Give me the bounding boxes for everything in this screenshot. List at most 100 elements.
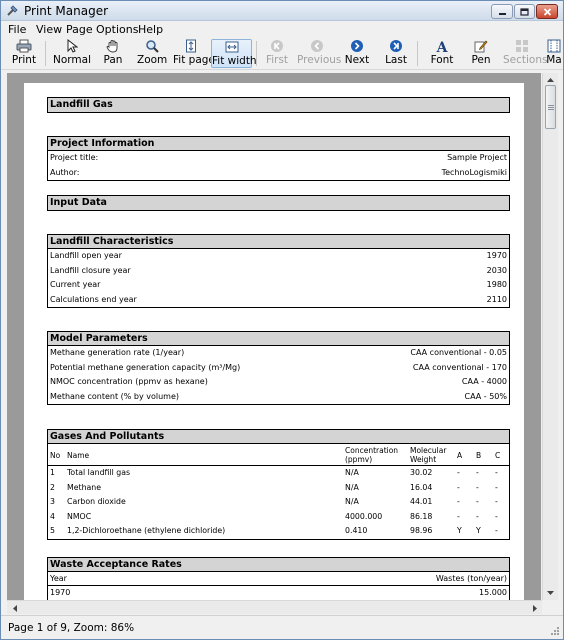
- sections-button[interactable]: Sections: [503, 39, 547, 68]
- minimize-button[interactable]: [491, 4, 513, 19]
- print-label: Print: [11, 54, 37, 66]
- row-label: Calculations end year: [50, 294, 137, 304]
- window-title: Print Manager: [24, 4, 109, 18]
- col-no: No: [50, 451, 61, 460]
- toolbar: Print Normal Pan Zoom Fit page Fit width…: [1, 38, 563, 70]
- next-page-icon: [351, 40, 363, 52]
- arrow-left-icon: [12, 604, 17, 612]
- print-button[interactable]: Print: [7, 39, 41, 68]
- margins-label: Ma: [546, 54, 562, 66]
- print-manager-window: Print Manager File View Page Options Hel…: [0, 0, 564, 640]
- next-label: Next: [344, 54, 370, 66]
- section-heading: Project Information: [48, 137, 509, 151]
- cell-name: Total landfill gas: [67, 468, 131, 477]
- last-page-button[interactable]: Last: [384, 39, 408, 68]
- row-label: Methane generation rate (1/year): [50, 348, 185, 357]
- cell-name: NMOC: [67, 511, 92, 521]
- previous-page-button[interactable]: Previous: [297, 39, 341, 68]
- table-header: No Name Concentration (ppmv) Molecular W…: [48, 444, 509, 466]
- scroll-down-button[interactable]: [543, 586, 558, 600]
- maximize-button[interactable]: [514, 4, 535, 19]
- next-page-button[interactable]: Next: [344, 39, 370, 68]
- report-title-section: Landfill Gas: [47, 97, 510, 113]
- fit-page-button[interactable]: Fit page: [173, 39, 215, 68]
- section-heading: Model Parameters: [48, 332, 509, 346]
- fit-width-label: Fit width: [212, 55, 257, 67]
- menu-page[interactable]: Page: [66, 23, 93, 36]
- svg-text:A: A: [436, 40, 449, 53]
- landfill-characteristics-section: Landfill Characteristics Landfill open y…: [47, 234, 510, 309]
- fit-width-button[interactable]: Fit width: [211, 39, 257, 68]
- vertical-scrollbar[interactable]: [542, 73, 558, 600]
- row-value: 1980: [486, 280, 507, 290]
- vertical-scroll-thumb[interactable]: [545, 85, 556, 129]
- section-heading: Waste Acceptance Rates: [48, 558, 509, 572]
- cell-b: Y: [476, 526, 481, 536]
- preview-area[interactable]: Landfill Gas Project Information Project…: [7, 73, 541, 600]
- cell-no: 3: [50, 497, 55, 507]
- pen-button[interactable]: Pen: [470, 39, 492, 68]
- normal-button[interactable]: Normal: [52, 39, 92, 68]
- table-row: Landfill open year 1970: [48, 249, 509, 264]
- report-page: Landfill Gas Project Information Project…: [24, 83, 524, 600]
- gases-pollutants-section: Gases And Pollutants No Name Concentrati…: [47, 429, 510, 540]
- title-bar[interactable]: Print Manager: [1, 1, 563, 21]
- cell-a: -: [457, 511, 460, 521]
- hand-icon: [106, 40, 118, 53]
- magnifier-icon: [146, 40, 159, 53]
- menu-view[interactable]: View: [36, 23, 62, 36]
- project-info-section: Project Information Project title: Sample…: [47, 136, 510, 182]
- table-row: 5 1,2-Dichloroethane (ethylene dichloride…: [48, 524, 509, 539]
- status-text: Page 1 of 9, Zoom: 86%: [8, 622, 135, 634]
- sections-icon: [516, 40, 528, 52]
- section-heading: Gases And Pollutants: [48, 430, 509, 444]
- zoom-label: Zoom: [137, 54, 168, 66]
- cell-c: -: [495, 511, 498, 521]
- cell-concentration: N/A: [345, 497, 359, 507]
- row-label: Author:: [50, 167, 80, 177]
- col-b: B: [476, 451, 482, 460]
- row-label: Project title:: [50, 153, 99, 162]
- zoom-button[interactable]: Zoom: [137, 39, 167, 68]
- cell-a: -: [457, 482, 460, 492]
- close-icon: [543, 7, 551, 16]
- cell-c: -: [495, 468, 498, 477]
- font-button[interactable]: A Font: [429, 39, 455, 68]
- margins-button[interactable]: Ma: [545, 39, 563, 68]
- table-row: Methane generation rate (1/year) CAA conv…: [48, 346, 509, 361]
- first-page-button[interactable]: First: [263, 39, 291, 68]
- printer-icon: [16, 39, 32, 53]
- row-value: 2110: [486, 294, 507, 304]
- menu-file[interactable]: File: [8, 23, 26, 36]
- cell-c: -: [495, 482, 498, 492]
- cell-no: 1: [50, 468, 55, 477]
- menu-options[interactable]: Options: [96, 23, 138, 36]
- close-button[interactable]: [536, 4, 558, 19]
- cell-b: -: [476, 497, 479, 507]
- scroll-left-button[interactable]: [7, 601, 22, 615]
- scroll-right-button[interactable]: [527, 601, 542, 615]
- horizontal-scrollbar[interactable]: [7, 600, 542, 614]
- table-row: 2 Methane N/A 16.04 - - -: [48, 481, 509, 496]
- table-row: Potential methane generation capacity (m…: [48, 361, 509, 376]
- table-row: Landfill closure year 2030: [48, 264, 509, 279]
- cell-a: -: [457, 497, 460, 507]
- font-label: Font: [430, 54, 454, 66]
- normal-label: Normal: [53, 54, 91, 66]
- cell-b: -: [476, 482, 479, 492]
- resize-grip-icon[interactable]: [550, 626, 560, 636]
- cell-no: 2: [50, 482, 55, 492]
- cell-weight: 98.96: [410, 526, 433, 536]
- arrow-up-icon: [547, 78, 554, 82]
- fit-width-icon: [225, 41, 238, 53]
- cell-weight: 16.04: [410, 482, 433, 492]
- minimize-icon: [498, 12, 506, 15]
- pan-button[interactable]: Pan: [99, 39, 127, 68]
- section-heading: Input Data: [48, 196, 509, 210]
- col-name: Name: [67, 451, 90, 460]
- cursor-arrow-icon: [67, 39, 78, 53]
- col-a: A: [457, 451, 463, 460]
- scrollbar-corner: [542, 600, 558, 614]
- app-icon: [7, 5, 18, 16]
- menu-help[interactable]: Help: [138, 23, 163, 36]
